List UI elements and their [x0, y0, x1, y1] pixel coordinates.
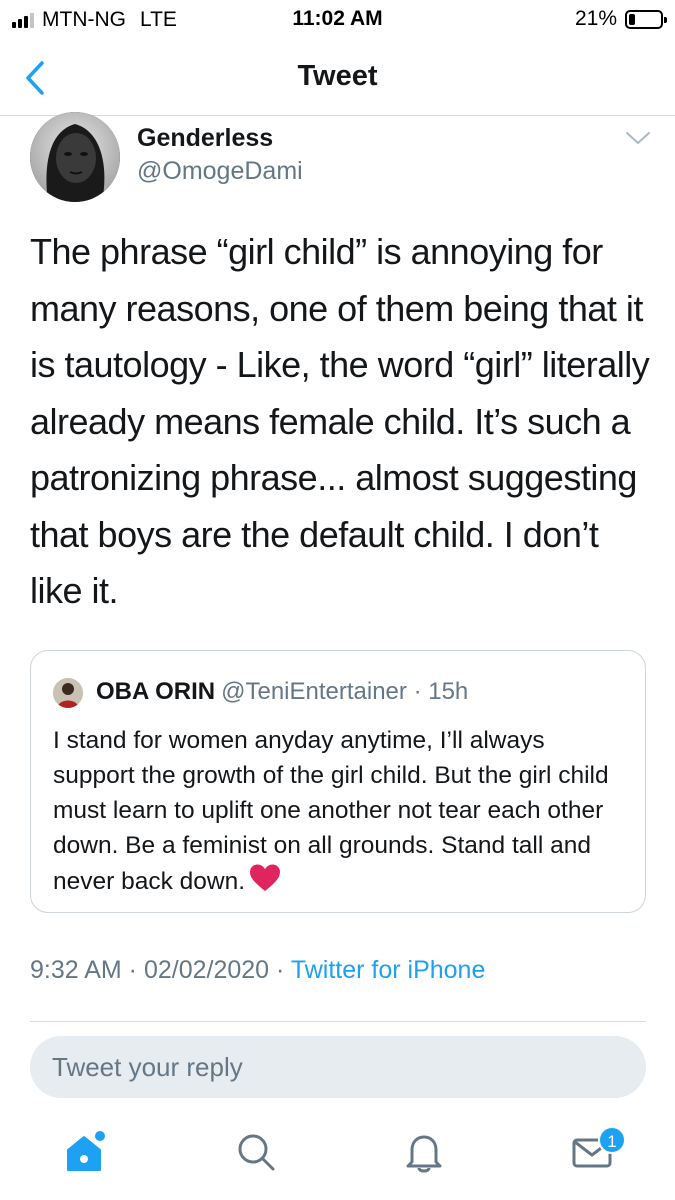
divider	[30, 1021, 646, 1022]
quoted-author-avatar	[53, 678, 83, 708]
tab-home[interactable]	[62, 1128, 110, 1176]
battery-percent: 21%	[574, 7, 617, 30]
messages-badge: 1	[598, 1126, 626, 1154]
avatar-image	[53, 678, 83, 708]
author-name[interactable]: Genderless	[137, 124, 273, 153]
status-time: 11:02 AM	[292, 7, 383, 30]
author-handle[interactable]: @OmogeDami	[137, 157, 303, 186]
battery-icon	[625, 9, 667, 29]
page-title: Tweet	[297, 60, 378, 92]
tweet-meta: 9:32 AM · 02/02/2020 · Twitter for iPhon…	[30, 956, 485, 985]
quoted-text-container: I stand for women anyday anytime, I’ll a…	[53, 723, 633, 899]
quoted-author-name: OBA ORIN	[96, 678, 216, 705]
chevron-down-icon	[626, 132, 650, 144]
notifications-icon	[406, 1135, 442, 1173]
quoted-author-handle: @TeniEntertainer · 15h	[221, 678, 469, 705]
tweet-text: The phrase “girl child” is annoying for …	[30, 231, 650, 611]
tab-notifications[interactable]	[400, 1128, 448, 1176]
tab-search[interactable]	[232, 1128, 280, 1176]
nav-bar: Tweet	[0, 40, 675, 116]
avatar-image	[30, 112, 120, 202]
status-bar: MTN-NG LTE 11:02 AM 21%	[0, 0, 675, 40]
quoted-tweet[interactable]: OBA ORIN @TeniEntertainer · 15h I stand f…	[30, 650, 646, 913]
quoted-text: I stand for women anyday anytime, I’ll a…	[53, 727, 609, 895]
quoted-header: OBA ORIN @TeniEntertainer · 15h	[96, 678, 468, 706]
author-avatar[interactable]	[30, 112, 120, 202]
search-icon	[238, 1134, 275, 1171]
reply-input[interactable]	[30, 1036, 646, 1098]
battery-level	[629, 13, 635, 25]
tweet-options-button[interactable]	[624, 128, 652, 148]
red-heart-icon	[250, 864, 281, 891]
tweet-source-link[interactable]: Twitter for iPhone	[291, 956, 486, 984]
status-bar-right: 21%	[574, 7, 667, 31]
home-icon	[67, 1131, 105, 1171]
tweet-timestamp: 9:32 AM · 02/02/2020 ·	[30, 956, 291, 984]
